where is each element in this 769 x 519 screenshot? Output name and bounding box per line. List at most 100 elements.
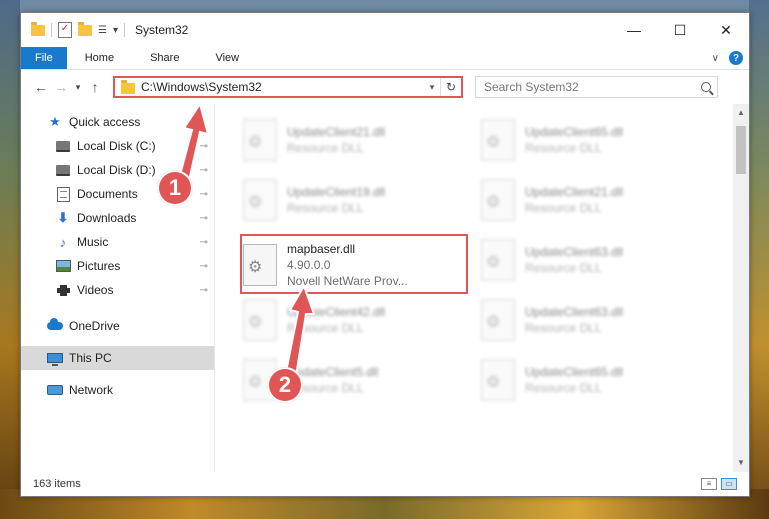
sidebar-item-network[interactable]: Network xyxy=(21,378,214,402)
qat-dropdown-icon[interactable]: ▾ xyxy=(113,25,118,36)
tab-view[interactable]: View xyxy=(197,47,257,69)
dll-file-icon xyxy=(481,239,515,281)
help-icon[interactable]: ? xyxy=(729,51,743,65)
sidebar-item-label: Documents xyxy=(77,187,138,201)
pin-icon[interactable]: ⊸ xyxy=(200,237,208,248)
file-list-pane: UpdateClient21.dll Resource DLL UpdateCli… xyxy=(215,104,749,472)
file-description: Resource DLL xyxy=(287,201,364,215)
recent-locations-button[interactable]: ▾ xyxy=(71,82,85,93)
tab-share[interactable]: Share xyxy=(132,47,197,69)
file-tile[interactable]: UpdateClient21.dll Resource DLL xyxy=(481,172,711,228)
details-view-icon[interactable]: ≡ xyxy=(701,478,717,490)
sidebar-item-this-pc[interactable]: This PC xyxy=(21,346,214,370)
file-description: Resource DLL xyxy=(525,141,602,155)
pictures-icon xyxy=(55,260,71,272)
pin-icon[interactable]: ⊸ xyxy=(200,141,208,152)
customize-toolbar-icon[interactable]: ☰ xyxy=(98,25,107,36)
file-tile[interactable]: UpdateClient65.dll Resource DLL xyxy=(481,112,711,168)
address-dropdown-icon[interactable]: ▾ xyxy=(424,82,440,93)
drive-icon xyxy=(56,140,70,152)
ribbon-right-controls: ∨ ? xyxy=(712,47,749,69)
forward-button[interactable]: → xyxy=(51,79,71,95)
minimize-button[interactable]: — xyxy=(611,13,657,47)
file-highlight-box xyxy=(240,234,468,294)
title-bar: ✓ ☰ ▾ System32 — ☐ ✕ xyxy=(21,13,749,47)
view-switcher: ≡ ▭ xyxy=(701,478,737,490)
sidebar-item-label: Videos xyxy=(77,283,114,297)
computer-icon xyxy=(47,353,63,366)
sidebar-item-music[interactable]: ♪ Music ⊸ xyxy=(21,230,214,254)
pin-icon[interactable]: ⊸ xyxy=(200,261,208,272)
address-path[interactable]: C:\Windows\System32 xyxy=(141,80,424,94)
back-button[interactable]: ← xyxy=(31,79,51,95)
search-box[interactable] xyxy=(475,76,718,98)
quick-access-toolbar: ✓ ☰ ▾ xyxy=(21,21,125,38)
file-description: Resource DLL xyxy=(287,321,364,335)
vertical-scrollbar[interactable]: ▲ ▼ xyxy=(733,104,749,472)
file-tile[interactable]: UpdateClient63.dll Resource DLL xyxy=(481,232,711,288)
file-description: Resource DLL xyxy=(525,201,602,215)
address-bar[interactable]: C:\Windows\System32 ▾ ↻ xyxy=(113,76,463,98)
sidebar-item-label: Quick access xyxy=(69,115,141,129)
pin-icon[interactable]: ⊸ xyxy=(200,189,208,200)
file-name: UpdateClient42.dll xyxy=(287,305,386,319)
maximize-button[interactable]: ☐ xyxy=(657,13,703,47)
pin-icon[interactable]: ⊸ xyxy=(200,165,208,176)
file-tile[interactable]: UpdateClient42.dll Resource DLL xyxy=(243,292,473,348)
search-icon[interactable] xyxy=(701,82,711,92)
file-description: Resource DLL xyxy=(525,381,602,395)
scroll-thumb[interactable] xyxy=(736,126,746,174)
onedrive-icon xyxy=(47,318,63,330)
step-2-callout: 2 xyxy=(267,367,303,403)
large-icons-view-icon[interactable]: ▭ xyxy=(721,478,737,490)
desktop-wallpaper-right xyxy=(749,0,769,519)
file-tile[interactable]: UpdateClient21.dll Resource DLL xyxy=(243,112,473,168)
scroll-down-icon[interactable]: ▼ xyxy=(733,456,749,470)
sidebar-item-label: This PC xyxy=(69,351,112,365)
dll-file-icon xyxy=(243,299,277,341)
tab-home[interactable]: Home xyxy=(67,47,132,69)
toolbar-separator xyxy=(51,23,52,37)
search-input[interactable] xyxy=(482,79,701,95)
sidebar-item-pictures[interactable]: Pictures ⊸ xyxy=(21,254,214,278)
sidebar-item-label: OneDrive xyxy=(69,319,120,333)
sidebar-item-onedrive[interactable]: OneDrive xyxy=(21,314,214,338)
file-tile[interactable]: UpdateClient63.dll Resource DLL xyxy=(481,292,711,348)
sidebar-item-downloads[interactable]: ⬇ Downloads ⊸ xyxy=(21,206,214,230)
file-name: UpdateClient21.dll xyxy=(287,125,386,139)
file-name: UpdateClient65.dll xyxy=(525,125,624,139)
folder-icon xyxy=(121,80,135,94)
dll-file-icon xyxy=(243,179,277,221)
file-explorer-window: ✓ ☰ ▾ System32 — ☐ ✕ File Home Share Vie… xyxy=(20,12,750,497)
downloads-icon: ⬇ xyxy=(57,210,69,225)
sidebar-item-videos[interactable]: Videos ⊸ xyxy=(21,278,214,302)
music-icon: ♪ xyxy=(59,234,67,250)
sidebar-item-label: Pictures xyxy=(77,259,121,273)
new-folder-icon[interactable] xyxy=(78,21,92,36)
sidebar-item-quick-access[interactable]: ★ Quick access xyxy=(21,110,214,134)
expand-ribbon-icon[interactable]: ∨ xyxy=(712,53,719,64)
file-tile[interactable]: UpdateClient19.dll Resource DLL xyxy=(243,172,473,228)
file-name: UpdateClient65.dll xyxy=(525,365,624,379)
step-1-callout: 1 xyxy=(157,170,193,206)
up-button[interactable]: ↑ xyxy=(85,79,105,95)
file-name: UpdateClient63.dll xyxy=(525,305,624,319)
sidebar-item-local-disk-c[interactable]: Local Disk (C:) ⊸ xyxy=(21,134,214,158)
drive-icon xyxy=(56,164,70,176)
dll-file-icon xyxy=(481,119,515,161)
dll-file-icon xyxy=(481,179,515,221)
file-name: UpdateClient19.dll xyxy=(287,185,386,199)
file-description: Resource DLL xyxy=(525,261,602,275)
pin-icon[interactable]: ⊸ xyxy=(200,285,208,296)
scroll-up-icon[interactable]: ▲ xyxy=(733,106,749,120)
network-icon xyxy=(47,385,63,395)
refresh-button[interactable]: ↻ xyxy=(440,78,461,96)
sidebar-item-label: Music xyxy=(77,235,109,249)
close-button[interactable]: ✕ xyxy=(703,13,749,47)
properties-icon[interactable]: ✓ xyxy=(58,22,72,38)
pin-icon[interactable]: ⊸ xyxy=(200,213,208,224)
file-tile[interactable]: UpdateClient65.dll Resource DLL xyxy=(481,352,711,408)
tab-file[interactable]: File xyxy=(21,47,67,69)
desktop-wallpaper-left xyxy=(0,0,20,519)
file-name: UpdateClient21.dll xyxy=(525,185,624,199)
